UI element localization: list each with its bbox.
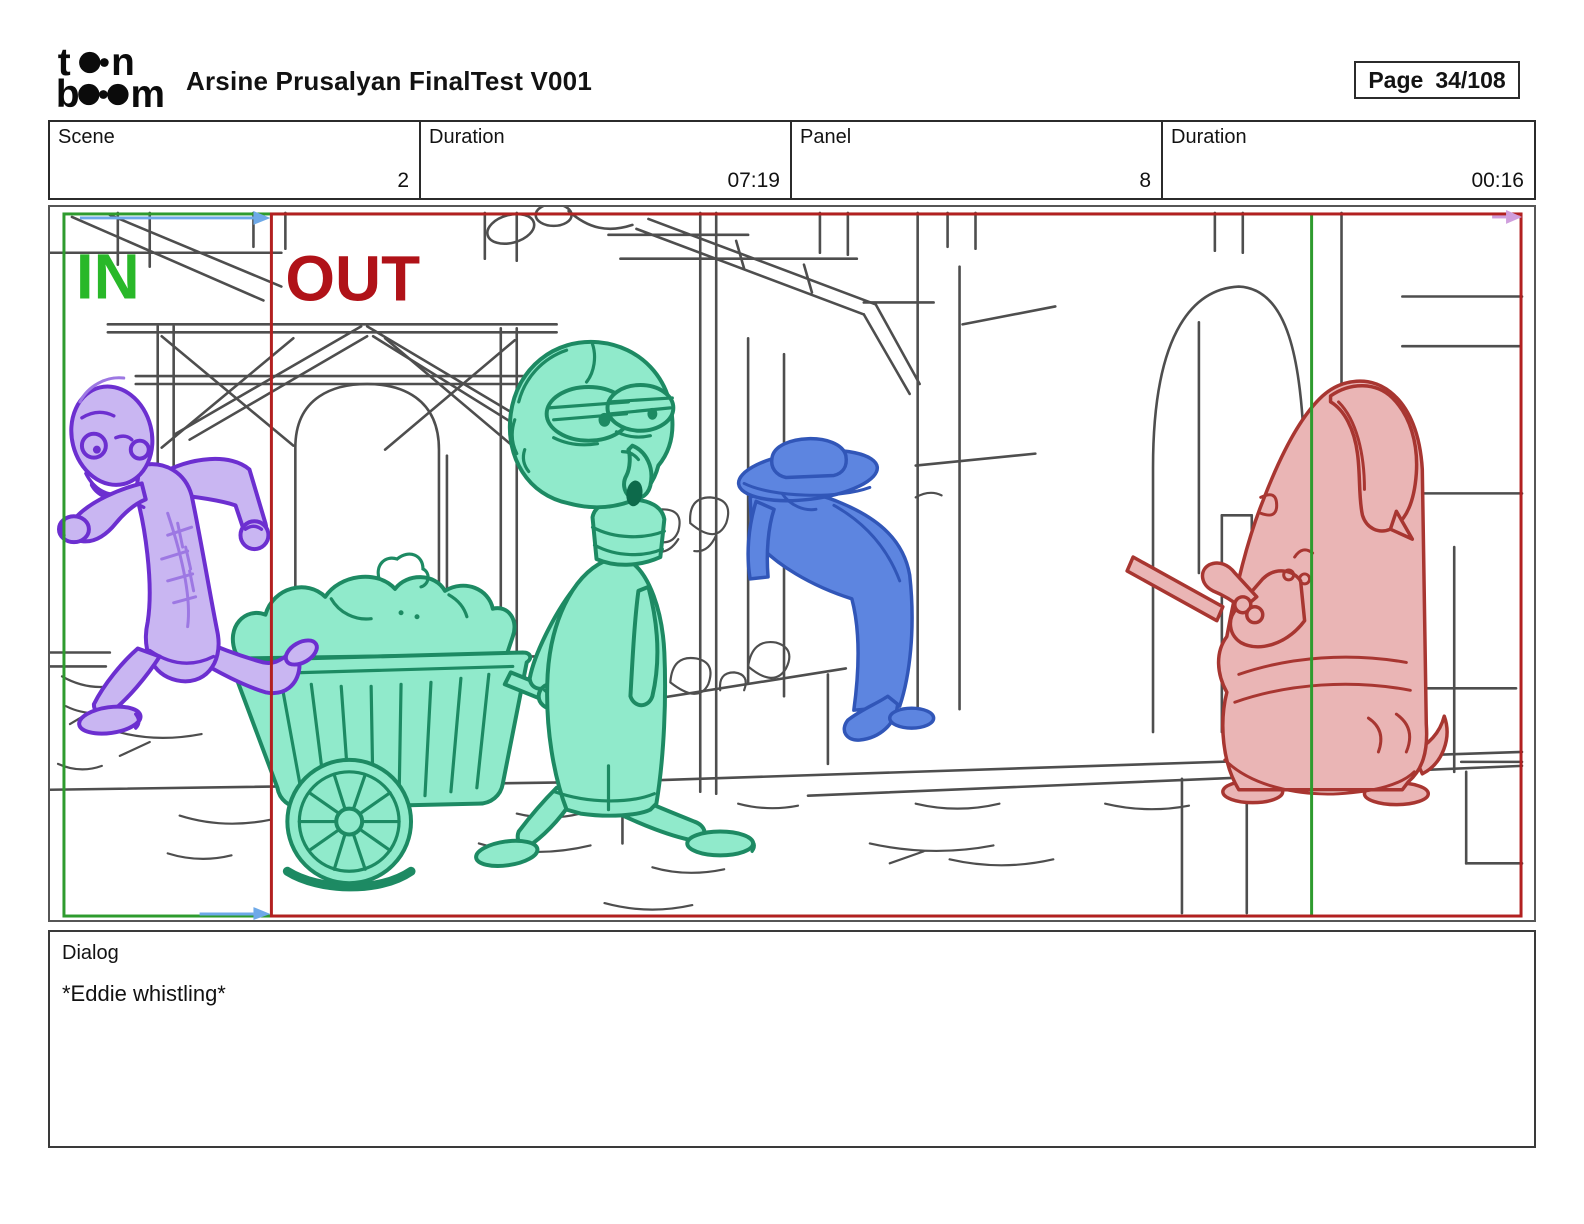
panel-cell: Panel 8 <box>792 122 1163 198</box>
scene-label: Scene <box>58 126 115 148</box>
scene-duration-label: Duration <box>429 126 505 148</box>
camera-move-arrow-right <box>1492 209 1523 224</box>
logo-dot-large <box>79 51 101 74</box>
page-indicator: Page 34/108 <box>1354 61 1520 99</box>
panel-duration-label: Duration <box>1171 126 1247 148</box>
scene-value: 2 <box>397 169 409 192</box>
panel-label: Panel <box>800 126 852 148</box>
project-title: Arsine Prusalyan FinalTest V001 <box>186 66 593 96</box>
logo-dot-large <box>78 83 100 106</box>
dialog-box: Dialog *Eddie whistling* <box>48 930 1536 1148</box>
camera-frame-in <box>62 212 1314 918</box>
cart <box>227 552 567 892</box>
out-label: OUT <box>285 243 420 315</box>
storyboard-drawing: IN OUT <box>50 207 1524 920</box>
panel-duration-cell: Duration 00:16 <box>1163 122 1534 198</box>
camera-move-arrow-bottom <box>199 907 271 920</box>
toonboom-logo: t n b m <box>55 46 175 110</box>
storyboard-page: t n b m Arsine Prusalyan FinalTest V001 … <box>0 0 1584 1224</box>
panel-value: 8 <box>1139 169 1151 192</box>
running-figure-purple <box>56 376 319 736</box>
customer-figure-blue <box>736 436 943 742</box>
storyboard-panel: IN OUT <box>48 205 1536 922</box>
toonboom-logo-art: t n b m <box>56 46 165 110</box>
logo-letter-m: m <box>131 73 165 110</box>
logo-dot-large <box>107 83 129 106</box>
panel-info-table: Scene 2 Duration 07:19 Panel 8 Duration … <box>48 120 1536 200</box>
scene-cell: Scene 2 <box>50 122 421 198</box>
page-label: Page <box>1368 66 1424 93</box>
dialog-label: Dialog <box>62 942 119 964</box>
logo-dot-small <box>99 90 108 99</box>
logo-dot-small <box>99 58 109 67</box>
in-label: IN <box>76 241 140 313</box>
panel-duration-value: 00:16 <box>1471 169 1524 192</box>
dialog-text: *Eddie whistling* <box>62 981 226 1006</box>
logo-letter-b: b <box>56 73 80 110</box>
hooded-figure-pink <box>1125 379 1449 807</box>
scene-duration-value: 07:19 <box>727 169 780 192</box>
page-value: 34/108 <box>1435 66 1506 93</box>
scene-duration-cell: Duration 07:19 <box>421 122 792 198</box>
